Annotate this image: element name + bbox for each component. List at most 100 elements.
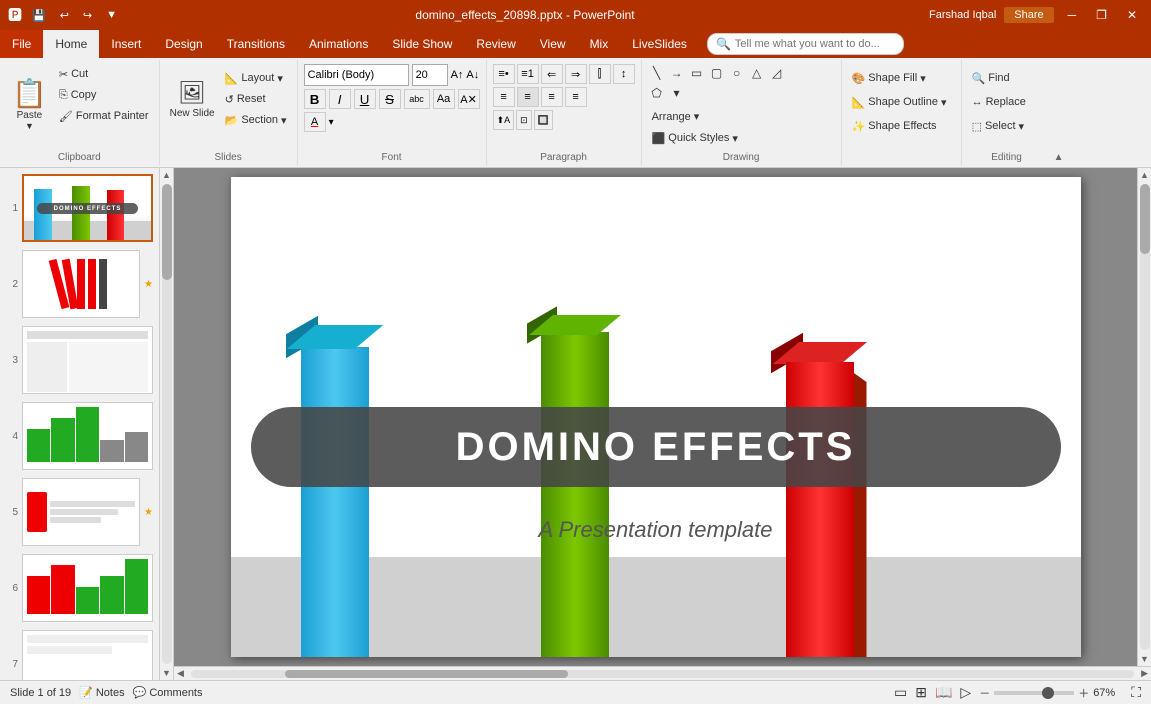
numbering-button[interactable]: ≡1 xyxy=(517,64,539,84)
comments-button[interactable]: 💬 Comments xyxy=(133,686,203,699)
main-scroll-up[interactable]: ▲ xyxy=(1138,168,1151,182)
tab-file[interactable]: File xyxy=(0,30,43,58)
text-direction-button[interactable]: ⬆A xyxy=(493,110,515,130)
justify-button[interactable]: ≡ xyxy=(565,87,587,107)
italic-button[interactable]: I xyxy=(329,89,351,109)
triangle-shape[interactable]: △ xyxy=(748,64,766,82)
tab-transitions[interactable]: Transitions xyxy=(215,30,297,58)
tab-view[interactable]: View xyxy=(528,30,578,58)
slide-thumb-5[interactable]: 5 ★ xyxy=(4,476,155,548)
oval-shape[interactable]: ○ xyxy=(728,64,746,82)
format-painter-button[interactable]: 🖌 Format Painter xyxy=(55,106,153,126)
h-scroll-track[interactable] xyxy=(191,670,1134,678)
align-center-button[interactable]: ≡ xyxy=(517,87,539,107)
clear-format-button[interactable]: A✕ xyxy=(458,89,480,109)
layout-button[interactable]: 📐 Layout ▾ xyxy=(221,68,291,88)
ribbon-expand[interactable]: ▲ xyxy=(1052,60,1066,165)
increase-font-button[interactable]: A↑ xyxy=(451,69,464,81)
slides-panel-scrollbar[interactable]: ▲ ▼ xyxy=(160,168,174,680)
main-scroll-down[interactable]: ▼ xyxy=(1138,652,1151,666)
reset-button[interactable]: ↺ Reset xyxy=(221,89,291,109)
slide-thumb-7[interactable]: 7 xyxy=(4,628,155,680)
bold-button[interactable]: B xyxy=(304,89,326,109)
tab-liveslides[interactable]: LiveSlides xyxy=(620,30,699,58)
zoom-in-button[interactable]: ＋ xyxy=(1078,685,1089,701)
arrange-button[interactable]: Arrange ▾ xyxy=(648,106,742,126)
share-button[interactable]: Share xyxy=(1004,7,1053,23)
slide-canvas[interactable]: DOMINO EFFECTS A Presentation template xyxy=(231,177,1081,657)
rect-shape[interactable]: ▭ xyxy=(688,64,706,82)
find-button[interactable]: 🔍 Find xyxy=(968,68,1014,88)
tab-animations[interactable]: Animations xyxy=(297,30,380,58)
normal-view-button[interactable]: ▭ xyxy=(894,684,907,701)
close-button[interactable]: ✕ xyxy=(1121,6,1143,24)
slide-thumb-4[interactable]: 4 xyxy=(4,400,155,472)
smartart-button[interactable]: 🔲 xyxy=(534,110,553,130)
decrease-font-button[interactable]: A↓ xyxy=(466,69,479,81)
scroll-down-arrow[interactable]: ▼ xyxy=(160,666,173,680)
cut-button[interactable]: ✂ Cut xyxy=(55,64,153,84)
section-button[interactable]: 📂 Section ▾ xyxy=(221,110,291,130)
align-left-button[interactable]: ≡ xyxy=(493,87,515,107)
slide-thumb-3[interactable]: 3 xyxy=(4,324,155,396)
change-case-button[interactable]: Aa xyxy=(433,89,455,109)
qat-save[interactable]: 💾 xyxy=(28,7,50,24)
slide-thumb-6[interactable]: 6 xyxy=(4,552,155,624)
tab-mix[interactable]: Mix xyxy=(578,30,621,58)
decrease-indent-button[interactable]: ⇐ xyxy=(541,64,563,84)
reading-view-button[interactable]: 📖 xyxy=(935,684,952,701)
h-scroll-right[interactable]: ▶ xyxy=(1138,668,1151,679)
rounded-rect-shape[interactable]: ▢ xyxy=(708,64,726,82)
shape-outline-button[interactable]: 📐 Shape Outline ▾ xyxy=(848,92,951,112)
font-color-button[interactable]: A xyxy=(304,112,326,132)
slide-canvas-container[interactable]: DOMINO EFFECTS A Presentation template xyxy=(174,168,1137,666)
new-slide-button[interactable]: 🖼 New Slide xyxy=(166,64,219,134)
underline-button[interactable]: U xyxy=(354,89,376,109)
columns-button[interactable]: ⫿ xyxy=(589,64,611,84)
scroll-up-arrow[interactable]: ▲ xyxy=(160,168,173,182)
slide-thumb-2[interactable]: 2 ★ xyxy=(4,248,155,320)
slide-sorter-button[interactable]: ⊞ xyxy=(915,684,927,701)
restore-button[interactable]: ❐ xyxy=(1090,6,1113,24)
shape-fill-button[interactable]: 🎨 Shape Fill ▾ xyxy=(848,68,930,88)
align-text-button[interactable]: ⊡ xyxy=(516,110,532,130)
qat-customize[interactable]: ▼ xyxy=(102,7,121,23)
tab-slideshow[interactable]: Slide Show xyxy=(380,30,464,58)
arrow-shape[interactable]: → xyxy=(668,64,686,82)
minimize-button[interactable]: ─ xyxy=(1062,6,1083,24)
tell-me-input[interactable] xyxy=(735,38,895,50)
align-right-button[interactable]: ≡ xyxy=(541,87,563,107)
tab-insert[interactable]: Insert xyxy=(99,30,153,58)
font-size-input[interactable] xyxy=(412,64,448,86)
qat-undo[interactable]: ↩ xyxy=(56,7,73,24)
line-spacing-button[interactable]: ↕ xyxy=(613,64,635,84)
h-scroll-left[interactable]: ◀ xyxy=(174,668,187,679)
h-scrollbar[interactable]: ◀ ▶ xyxy=(174,666,1151,680)
tab-review[interactable]: Review xyxy=(464,30,527,58)
presenter-view-button[interactable]: ▷ xyxy=(960,684,971,701)
font-name-input[interactable] xyxy=(304,64,409,86)
pentagon-shape[interactable]: ⬠ xyxy=(648,84,666,102)
tab-design[interactable]: Design xyxy=(153,30,214,58)
replace-button[interactable]: ↔ Replace xyxy=(968,92,1030,112)
copy-button[interactable]: ⎘ Copy xyxy=(55,85,153,105)
more-shapes[interactable]: ▾ xyxy=(668,84,686,102)
select-button[interactable]: ⬚ Select ▾ xyxy=(968,116,1029,136)
bullets-button[interactable]: ≡• xyxy=(493,64,515,84)
quick-styles-button[interactable]: ⬛ Quick Styles ▾ xyxy=(648,128,742,148)
zoom-level[interactable]: 67% xyxy=(1093,687,1123,699)
tell-me-box[interactable]: 🔍 xyxy=(707,33,904,55)
paste-button[interactable]: 📋 Paste ▼ xyxy=(6,64,53,144)
shape-effects-button[interactable]: ✨ Shape Effects xyxy=(848,116,941,136)
strikethrough-button[interactable]: S xyxy=(379,89,401,109)
qat-redo[interactable]: ↪ xyxy=(79,7,96,24)
notes-button[interactable]: 📝 Notes xyxy=(79,686,124,699)
main-scroll-track-v[interactable] xyxy=(1140,184,1150,650)
line-shape[interactable]: ╲ xyxy=(648,64,666,82)
increase-indent-button[interactable]: ⇒ xyxy=(565,64,587,84)
right-triangle[interactable]: ◿ xyxy=(768,64,786,82)
scroll-track[interactable] xyxy=(162,184,172,664)
tab-home[interactable]: Home xyxy=(43,30,99,58)
font-color-arrow[interactable]: ▾ xyxy=(329,117,334,128)
zoom-out-button[interactable]: － xyxy=(979,685,990,701)
